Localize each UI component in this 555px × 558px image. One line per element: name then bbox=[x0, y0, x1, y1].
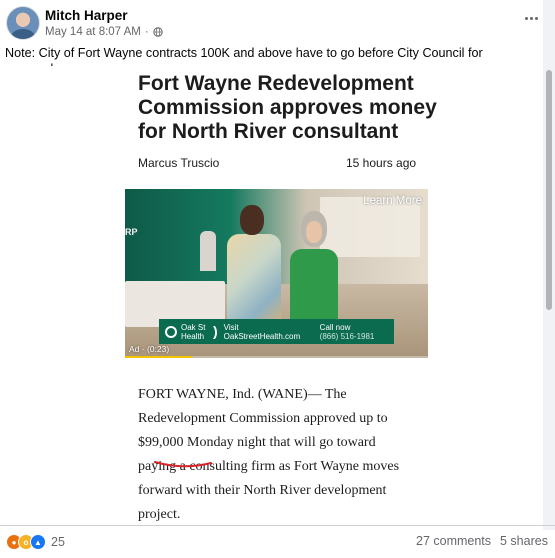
ad-progress-bar bbox=[125, 356, 428, 358]
post-date[interactable]: May 14 at 8:07 AM bbox=[45, 26, 141, 38]
reactions-summary[interactable]: ● o ▲ 25 bbox=[6, 534, 65, 550]
ad-progress-fill bbox=[125, 356, 192, 358]
ad-person-2-face bbox=[306, 221, 322, 243]
highlighted-amount: $99,000 bbox=[138, 435, 184, 450]
ad-brand: Oak St Health bbox=[181, 323, 211, 341]
red-underline-annotation bbox=[154, 461, 212, 468]
ad-background-person bbox=[200, 231, 216, 271]
article-author: Marcus Truscio bbox=[138, 156, 220, 170]
learn-more-link[interactable]: Learn More bbox=[363, 195, 422, 207]
ad-label: Ad · (0:23) bbox=[129, 344, 170, 354]
reaction-count[interactable]: 25 bbox=[51, 535, 65, 549]
oak-street-logo-icon bbox=[165, 325, 177, 338]
brand-line-1: Oak St bbox=[181, 322, 206, 332]
avatar-shoulders bbox=[11, 29, 35, 39]
call-label: Call now bbox=[319, 322, 351, 332]
article-screenshot[interactable]: Fort Wayne Redevelopment Commission appr… bbox=[0, 66, 540, 525]
article-headline: Fort Wayne Redevelopment Commission appr… bbox=[138, 72, 437, 143]
article-body: FORT WAYNE, Ind. (WANE)— The Redevelopme… bbox=[138, 383, 413, 525]
like-reaction-icon: ▲ bbox=[30, 534, 46, 550]
shares-count[interactable]: 5 shares bbox=[500, 534, 548, 548]
article-time: 15 hours ago bbox=[346, 156, 417, 170]
chevron-right-icon: ) bbox=[213, 323, 218, 339]
visit-url[interactable]: OakStreetHealth.com bbox=[224, 332, 320, 341]
brand-line-2: Health bbox=[181, 331, 205, 341]
ad-banner[interactable]: Oak St Health ) Visit OakStreetHealth.co… bbox=[159, 319, 394, 344]
paragraph-before: FORT WAYNE, Ind. (WANE)— The Redevelopme… bbox=[138, 387, 388, 426]
scrollbar-thumb[interactable] bbox=[546, 70, 552, 310]
avatar[interactable] bbox=[6, 6, 40, 40]
facebook-post: Mitch Harper May 14 at 8:07 AM · Note: C… bbox=[0, 0, 555, 558]
phone-number[interactable]: (866) 516-1981 bbox=[320, 332, 375, 341]
scrollbar[interactable] bbox=[543, 0, 555, 530]
post-meta: May 14 at 8:07 AM · bbox=[45, 26, 163, 38]
globe-icon bbox=[153, 27, 163, 37]
ad-person-1-head bbox=[240, 205, 264, 235]
visit-label: Visit bbox=[223, 322, 239, 332]
author-name[interactable]: Mitch Harper bbox=[45, 8, 128, 23]
ad-visit[interactable]: Visit OakStreetHealth.com bbox=[224, 323, 320, 341]
more-options-icon[interactable] bbox=[521, 12, 541, 24]
meta-separator: · bbox=[144, 26, 149, 38]
ad-wall-sign: RP bbox=[125, 227, 138, 237]
video-ad[interactable]: RP Learn More Oak St Health ) Visit OakS… bbox=[125, 189, 428, 358]
ad-call[interactable]: Call now (866) 516-1981 bbox=[320, 323, 375, 341]
comments-count[interactable]: 27 comments bbox=[416, 534, 491, 548]
footer-divider bbox=[0, 525, 555, 526]
